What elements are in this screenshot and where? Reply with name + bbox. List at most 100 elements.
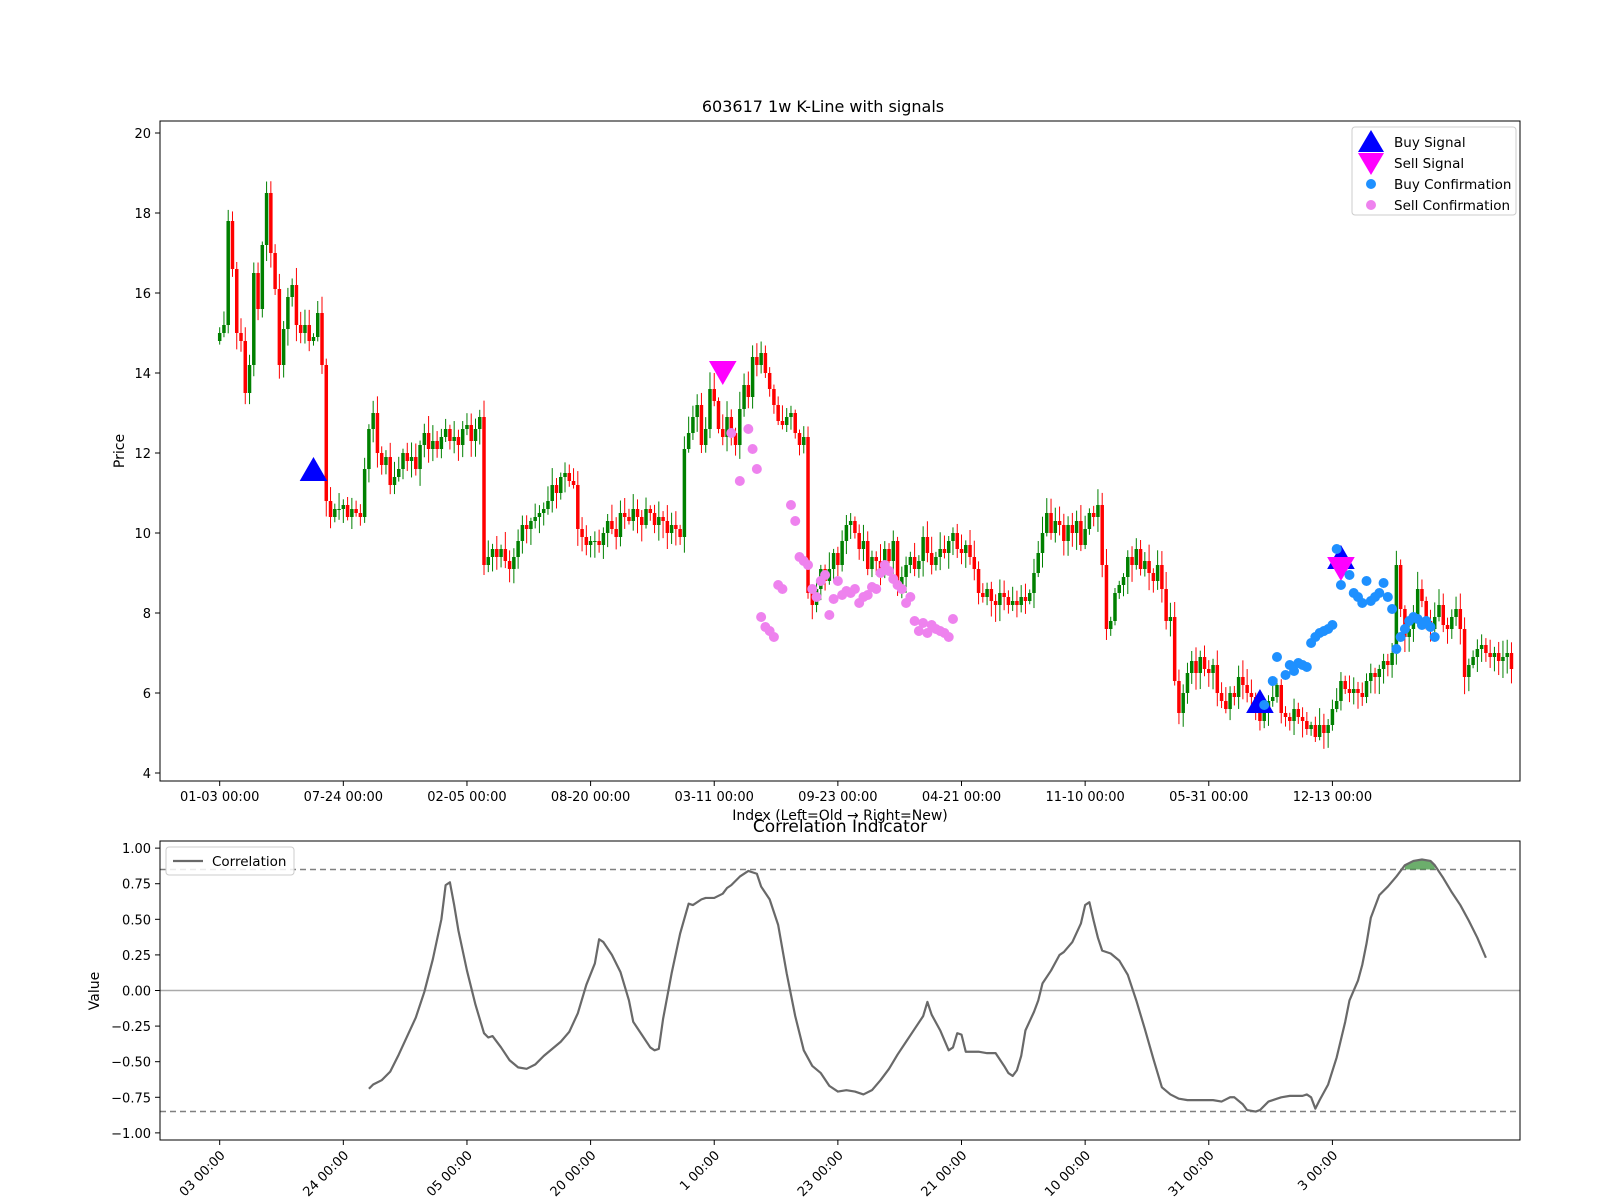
- candle-body: [1454, 609, 1458, 617]
- candle-body: [1471, 657, 1475, 665]
- candle-body: [345, 505, 350, 517]
- sell-confirmation-point: [832, 576, 843, 586]
- candle-body: [234, 269, 239, 333]
- sell-confirmation-point: [943, 632, 954, 642]
- candle-body: [870, 557, 874, 569]
- candle-up: [1113, 588, 1117, 626]
- candle-body: [1326, 725, 1330, 733]
- candle-body: [1207, 669, 1211, 673]
- buy-confirmation-point: [1378, 578, 1389, 588]
- candle-body: [1334, 701, 1339, 709]
- candle-body: [1339, 681, 1343, 701]
- candle-body: [1441, 605, 1446, 625]
- candle-body: [605, 521, 610, 533]
- candle-down: [806, 426, 810, 599]
- sell-confirmation-point: [947, 614, 958, 624]
- candle-body: [290, 285, 294, 297]
- candle-body: [691, 417, 695, 433]
- sell-confirmation-point: [896, 584, 907, 594]
- sell-confirmation-point: [824, 610, 835, 620]
- candle-body: [469, 425, 473, 441]
- candle-body: [721, 429, 725, 437]
- candle-body: [652, 513, 657, 525]
- candle-body: [1053, 521, 1058, 533]
- candle-body: [908, 557, 913, 565]
- candle-body: [230, 221, 235, 269]
- candle-body: [1356, 689, 1360, 693]
- candle-body: [414, 457, 418, 469]
- kline-legend-label: Sell Confirmation: [1394, 198, 1510, 214]
- candle-body: [1360, 693, 1365, 697]
- candle-body: [473, 429, 478, 441]
- sell-confirmation-point: [726, 428, 737, 438]
- candle-body: [1241, 677, 1245, 685]
- candle-body: [1437, 605, 1441, 617]
- candle-body: [443, 429, 448, 437]
- candle-body: [942, 549, 947, 553]
- figure: 603617 1w K-Line with signals 4 6 8 10 12 14 1…: [0, 0, 1600, 1200]
- sell-confirmation-point: [734, 476, 745, 486]
- sell-confirmation-point: [756, 612, 767, 622]
- candle-body: [1066, 525, 1070, 541]
- candle-down: [277, 273, 282, 379]
- candle-body: [993, 601, 998, 605]
- sell-confirmation-point: [820, 570, 831, 580]
- candle-body: [1010, 601, 1015, 605]
- candle-body: [503, 549, 508, 561]
- candle-body: [1343, 681, 1347, 689]
- candle-body: [968, 545, 972, 557]
- buy-confirmation-point: [1382, 592, 1393, 602]
- candle-body: [614, 529, 618, 537]
- candle-down: [324, 358, 329, 517]
- buy-confirmation-point: [1301, 662, 1312, 672]
- candle-body: [1040, 533, 1045, 553]
- candle-body: [1211, 665, 1215, 673]
- candle-body: [362, 469, 367, 517]
- candle-body: [955, 533, 959, 549]
- candle-body: [1228, 693, 1232, 709]
- kline-x-tick-label: 07-24 00:00: [304, 790, 383, 805]
- candle-body: [247, 365, 252, 393]
- sell-confirmation-point: [905, 592, 916, 602]
- correlation-title: Correlation Indicator: [753, 817, 927, 837]
- correlation-y-tick-label: −0.75: [111, 1091, 151, 1106]
- correlation-y-axis-label: Value: [87, 972, 103, 1010]
- buy-confirmation-point: [1357, 598, 1368, 608]
- sell-confirmation-point: [743, 424, 754, 434]
- candle-body: [755, 357, 759, 365]
- candle-body: [648, 509, 653, 513]
- kline-title: 603617 1w K-Line with signals: [702, 97, 944, 116]
- candle-body: [524, 525, 529, 529]
- candle-body: [465, 425, 469, 429]
- candle-body: [269, 193, 273, 253]
- candle-body: [388, 457, 392, 485]
- candle-body: [422, 433, 427, 445]
- candle-body: [759, 353, 763, 365]
- candle-body: [797, 433, 802, 445]
- candle-body: [865, 541, 870, 569]
- candle-body: [1113, 593, 1117, 621]
- candle-body: [1322, 725, 1326, 733]
- sell-confirmation-point: [811, 592, 822, 602]
- candle-body: [1049, 513, 1053, 533]
- buy-confirmation-point: [1374, 588, 1385, 598]
- candle-body: [665, 521, 670, 533]
- candle-body: [1172, 617, 1177, 681]
- buy-confirmation-point: [1331, 544, 1342, 554]
- kline-x-tick-label: 12-13 00:00: [1293, 790, 1372, 805]
- kline-y-tick-label: 4: [143, 767, 151, 782]
- candle-body: [738, 409, 742, 445]
- candle-body: [1262, 713, 1266, 721]
- candle-body: [1224, 701, 1228, 709]
- buy-confirmation-point: [1425, 622, 1436, 632]
- sell-confirmation-point: [803, 560, 814, 570]
- candle-body: [964, 545, 968, 553]
- candle-body: [861, 541, 866, 549]
- kline-x-tick-label: 08-20 00:00: [551, 790, 630, 805]
- candle-body: [1351, 689, 1356, 693]
- candle-body: [1445, 625, 1450, 629]
- candle-body: [1117, 585, 1121, 593]
- candle-body: [938, 549, 942, 557]
- candle-body: [716, 401, 721, 429]
- candle-down: [1398, 559, 1403, 617]
